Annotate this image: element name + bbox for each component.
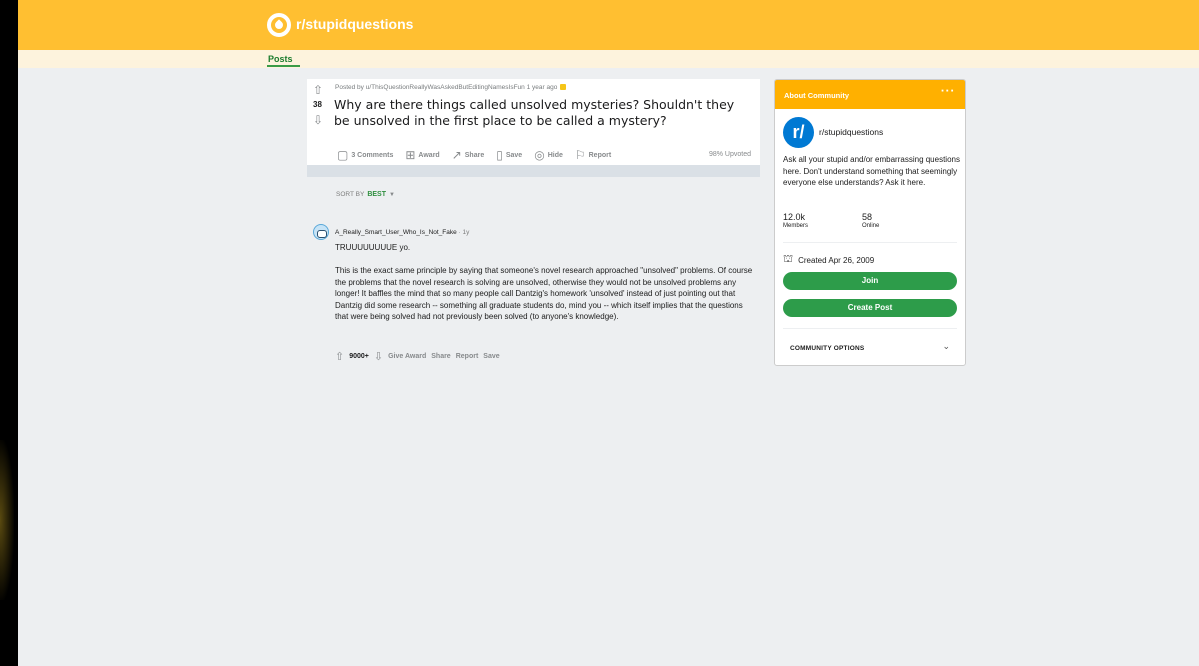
post-divider <box>307 165 760 177</box>
downvote-icon[interactable]: ⇩ <box>313 114 323 126</box>
caret-down-icon: ▼ <box>388 192 395 198</box>
upvote-ratio: 98% Upvoted <box>708 151 751 158</box>
subreddit-title[interactable]: r/stupidquestions <box>296 16 413 32</box>
created-date: ⛫ Created Apr 26, 2009 <box>783 253 874 267</box>
post-meta: Posted by u/ThisQuestionReallyWasAskedBu… <box>335 84 567 91</box>
left-strip-glow <box>0 440 14 600</box>
eye-slash-icon: ◎ <box>534 148 545 162</box>
upvote-icon[interactable]: ⇧ <box>313 84 323 96</box>
hide-label: Hide <box>547 151 563 159</box>
comments-label: 3 Comments <box>351 151 394 159</box>
tab-posts[interactable]: Posts <box>268 54 293 64</box>
created-text: Created Apr 26, 2009 <box>798 255 875 265</box>
comment-author[interactable]: A_Really_Smart_User_Who_Is_Not_Fake <box>335 229 457 236</box>
comment-share-button[interactable]: Share <box>431 353 450 360</box>
online-count: 58 <box>862 212 873 222</box>
members-label: Members <box>783 223 809 229</box>
comment-body: This is the exact same principle by sayi… <box>335 266 753 321</box>
report-button[interactable]: ⚐ Report <box>575 148 611 162</box>
sort-value: BEST <box>367 191 386 198</box>
share-arrow-icon: ↗ <box>451 148 462 162</box>
subreddit-banner: r/stupidquestions <box>18 0 1199 50</box>
online-label: Online <box>862 223 880 229</box>
community-name[interactable]: r/stupidquestions <box>819 127 883 137</box>
community-description: Ask all your stupid and/or embarrassing … <box>783 155 960 187</box>
report-label: Report <box>588 151 612 159</box>
share-label: Share <box>464 151 485 159</box>
post-title[interactable]: Why are there things called unsolved mys… <box>334 97 744 129</box>
join-button[interactable]: Join <box>783 272 957 290</box>
community-options[interactable]: COMMUNITY OPTIONS <box>790 345 864 352</box>
comment-lead: TRUUUUUUUUE yo. <box>335 243 411 252</box>
bookmark-icon: ▯ <box>496 148 503 162</box>
comment-save-button[interactable]: Save <box>483 353 499 360</box>
post-meta-text[interactable]: Posted by u/ThisQuestionReallyWasAskedBu… <box>335 84 557 91</box>
comment-report-button[interactable]: Report <box>456 353 479 360</box>
sort-label: SORT BY <box>336 191 365 198</box>
post-card[interactable]: ⇧ 38 ⇩ Posted by u/ThisQuestionReallyWas… <box>307 79 760 165</box>
about-community-title: About Community <box>784 91 849 100</box>
more-options-icon[interactable]: ··· <box>941 86 955 97</box>
comment-age: 1y <box>462 229 470 236</box>
post-score: 38 <box>313 100 322 109</box>
members-stat: 12.0k Members <box>783 212 808 229</box>
subreddit-logo-icon[interactable] <box>267 13 291 37</box>
comment-avatar[interactable] <box>313 224 329 240</box>
save-button[interactable]: ▯ Save <box>496 148 522 162</box>
cake-icon: ⛫ <box>783 253 794 265</box>
create-post-button[interactable]: Create Post <box>783 299 957 317</box>
post-actions: ▢ 3 Comments ⊞ Award ↗ Share ▯ Save ◎ Hide ⚐ R… <box>337 148 611 162</box>
about-community-header: About Community ··· <box>775 80 965 109</box>
gift-icon: ⊞ <box>405 148 416 162</box>
upvote-icon[interactable]: ⇧ <box>335 350 344 363</box>
subreddit-nav: Posts <box>18 50 1199 68</box>
comment-icon: ▢ <box>337 148 349 162</box>
sidebar-divider <box>783 328 957 329</box>
give-award-button[interactable]: Give Award <box>388 353 426 360</box>
comment-header: A_Really_Smart_User_Who_Is_Not_Fake · 1y <box>335 229 470 236</box>
sort-dropdown[interactable]: SORT BY BEST ▼ <box>336 191 395 198</box>
save-label: Save <box>505 151 523 159</box>
flag-icon: ⚐ <box>574 148 586 162</box>
sidebar-divider <box>783 242 957 243</box>
comment-actions: ⇧ 9000+ ⇩ Give Award Share Report Save <box>335 350 500 363</box>
members-count: 12.0k <box>783 212 806 222</box>
left-desktop-strip <box>0 0 18 666</box>
online-stat: 58 Online <box>862 212 879 229</box>
award-icon <box>560 84 567 91</box>
comments-button[interactable]: ▢ 3 Comments <box>337 148 393 162</box>
community-logo: r/ <box>783 117 814 148</box>
comment-score: 9000+ <box>349 353 369 360</box>
share-button[interactable]: ↗ Share <box>452 148 485 162</box>
chevron-down-icon[interactable]: ⌄ <box>942 342 950 352</box>
reddit-page: r/stupidquestions Posts ⇧ 38 ⇩ Posted by… <box>18 0 1199 666</box>
tab-active-indicator <box>267 65 300 67</box>
hide-button[interactable]: ◎ Hide <box>534 148 563 162</box>
downvote-icon[interactable]: ⇩ <box>374 350 383 363</box>
about-community-card: About Community ··· r/ r/stupidquestions… <box>774 79 966 366</box>
award-label: Award <box>418 151 440 159</box>
award-button[interactable]: ⊞ Award <box>405 148 439 162</box>
